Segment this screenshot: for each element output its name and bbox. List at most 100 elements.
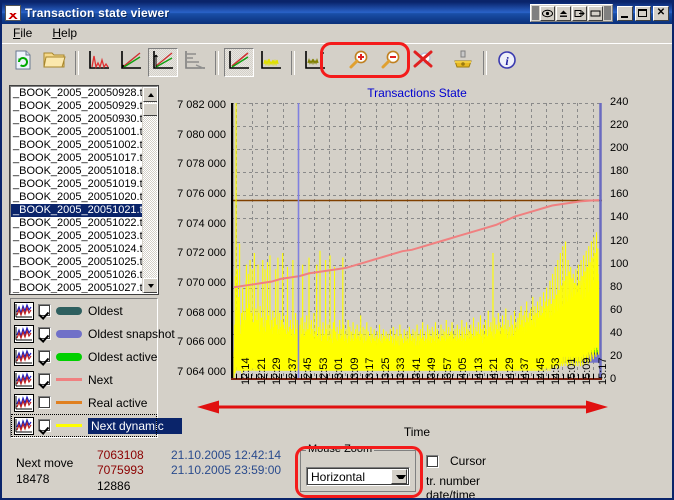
file-list-item[interactable]: _BOOK_2005_20050930.tn: [11, 113, 143, 126]
cursor-checkbox[interactable]: [426, 455, 439, 468]
arrow-up-icon: [148, 93, 154, 97]
series-chart-icon[interactable]: [14, 394, 34, 412]
legend-checkbox[interactable]: [38, 396, 51, 409]
file-list-item[interactable]: _BOOK_2005_20051021.tn: [11, 204, 143, 217]
x-axis-tick: 12:45: [302, 357, 314, 385]
legend-checkbox[interactable]: [38, 327, 51, 340]
plot-svg: [231, 103, 602, 380]
legend-label: Oldest: [88, 304, 123, 318]
chart-step-icon: [183, 49, 207, 76]
file-list-item[interactable]: _BOOK_2005_20051018.tn: [11, 165, 143, 178]
y-axis-left-tick: 7 072 000: [162, 247, 226, 259]
titlebar-grip-left[interactable]: [532, 6, 539, 20]
file-list-item[interactable]: _BOOK_2005_20051025.tn: [11, 256, 143, 269]
file-list-item[interactable]: _BOOK_2005_20051020.tn: [11, 191, 143, 204]
legend-color-swatch: [56, 378, 82, 381]
mouse-zoom-select[interactable]: Horizontal: [306, 467, 410, 486]
y-axis-left-tick: 7 082 000: [162, 99, 226, 111]
legend-row[interactable]: Oldest snapshot: [11, 322, 157, 345]
refresh-document-button[interactable]: [8, 48, 38, 77]
open-folder-button[interactable]: [40, 48, 70, 77]
rollup-eye-button[interactable]: [540, 6, 555, 21]
value-bottom: 12886: [97, 479, 130, 493]
x-axis-tick: 14:05: [457, 357, 469, 385]
menu-item-help[interactable]: HHelpelp: [49, 25, 80, 41]
chart-lines-button[interactable]: [116, 48, 146, 77]
maximize-button[interactable]: [635, 6, 651, 21]
x-axis-tick: 13:33: [395, 357, 407, 385]
legend-row[interactable]: Next: [11, 368, 157, 391]
chart-trend-button[interactable]: [224, 48, 254, 77]
legend-row[interactable]: Oldest: [11, 299, 157, 322]
value-mid: 7075993: [97, 463, 144, 477]
file-list-item[interactable]: _BOOK_2005_20051019.tn: [11, 178, 143, 191]
file-list-item[interactable]: _BOOK_2005_20051002.tn: [11, 139, 143, 152]
info-icon: i: [497, 50, 517, 75]
x-axis-tick: 12:37: [287, 357, 299, 385]
chart-bars-lines-button[interactable]: [148, 48, 178, 77]
series-chart-icon[interactable]: [14, 371, 34, 389]
info-button[interactable]: i: [492, 48, 522, 77]
cursor-toggle-row[interactable]: Cursor: [426, 454, 486, 468]
toolbar-separator-2: [215, 51, 219, 75]
y-axis-left-tick: 7 064 000: [162, 366, 226, 378]
zoom-reset-button[interactable]: [408, 48, 438, 77]
file-list-item[interactable]: _BOOK_2005_20051001.tn: [11, 126, 143, 139]
file-list-item[interactable]: _BOOK_2005_20050928.tn: [11, 87, 143, 100]
zoom-in-button[interactable]: [344, 48, 374, 77]
zoom-in-icon: [347, 49, 371, 76]
legend-label: Oldest active: [88, 350, 157, 364]
chart-step-button[interactable]: [180, 48, 210, 77]
series-chart-icon[interactable]: [14, 325, 34, 343]
scroll-up-button[interactable]: [143, 87, 158, 102]
always-on-top-button[interactable]: [556, 6, 571, 21]
legend-checkbox[interactable]: [38, 304, 51, 317]
shade-window-button[interactable]: [588, 6, 603, 21]
x-axis-tick: 14:21: [488, 357, 500, 385]
series-chart-icon[interactable]: [14, 417, 34, 435]
menu-item-file[interactable]: FFileile: [10, 25, 35, 41]
x-axis-tick: 15:01: [566, 357, 578, 385]
zoom-out-button[interactable]: [376, 48, 406, 77]
legend-row[interactable]: Oldest active: [11, 345, 157, 368]
file-list-item[interactable]: _BOOK_2005_20051023.tn: [11, 230, 143, 243]
legend-row[interactable]: Next dynamic: [11, 414, 157, 437]
titlebar-grip-right[interactable]: [604, 6, 611, 20]
file-list-item[interactable]: _BOOK_2005_20050929.tn: [11, 100, 143, 113]
status-panel: Next move 18478 7063108 7075993 12886 21…: [2, 442, 672, 498]
file-list[interactable]: _BOOK_2005_20050928.tn_BOOK_2005_2005092…: [10, 86, 158, 294]
file-list-scrollbar[interactable]: [142, 87, 157, 293]
series-chart-icon[interactable]: [14, 302, 34, 320]
minimize-button[interactable]: [617, 6, 633, 21]
send-to-back-button[interactable]: [572, 6, 587, 21]
chart-peaks-button[interactable]: [84, 48, 114, 77]
y-axis-left-tick: 7 074 000: [162, 218, 226, 230]
x-axis-tick: 14:37: [519, 357, 531, 385]
file-list-item[interactable]: _BOOK_2005_20051017.tn: [11, 152, 143, 165]
legend-color-swatch: [56, 330, 82, 338]
legend-row[interactable]: Real active: [11, 391, 157, 414]
plot-canvas[interactable]: [231, 103, 602, 380]
scrollbar-thumb[interactable]: [143, 103, 158, 116]
y-axis-right-tick: 20: [610, 350, 622, 362]
scroll-down-button[interactable]: [143, 278, 158, 293]
chevron-down-icon[interactable]: [391, 469, 407, 484]
zoom-reset-icon: [411, 49, 435, 76]
file-list-item[interactable]: _BOOK_2005_20051026.tn: [11, 269, 143, 282]
chart-noise-button[interactable]: [256, 48, 286, 77]
close-button[interactable]: ✕: [653, 6, 669, 21]
legend-checkbox[interactable]: [38, 419, 51, 432]
x-axis-tick: 12:14: [240, 357, 252, 385]
file-list-item[interactable]: _BOOK_2005_20051027.tn: [11, 282, 143, 293]
arrow-down-icon: [148, 284, 154, 288]
series-chart-icon[interactable]: [14, 348, 34, 366]
file-list-item[interactable]: _BOOK_2005_20051024.tn: [11, 243, 143, 256]
x-axis-tick: 12:21: [256, 357, 268, 385]
x-axis-label: Time: [162, 425, 672, 439]
chart-signal-button[interactable]: [300, 48, 330, 77]
file-list-item[interactable]: _BOOK_2005_20051022.tn: [11, 217, 143, 230]
x-axis-tick: 15:17: [597, 357, 609, 385]
legend-checkbox[interactable]: [38, 350, 51, 363]
settings-button[interactable]: [448, 48, 478, 77]
legend-checkbox[interactable]: [38, 373, 51, 386]
